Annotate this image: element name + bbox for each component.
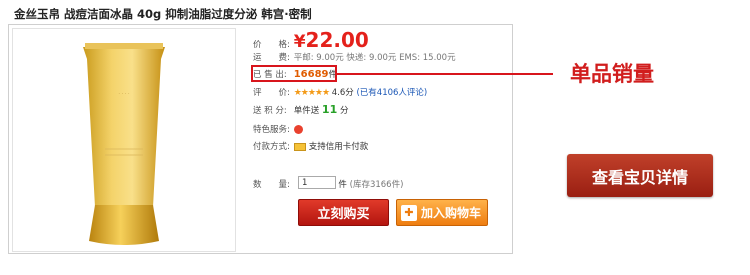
product-tube-image: · · · · xyxy=(83,43,165,245)
sold-highlight-box xyxy=(251,65,337,82)
payment-row: 付款方式: 支持信用卡付款 xyxy=(253,140,368,152)
shipping-text: 平邮: 9.00元 快递: 9.00元 EMS: 15.00元 xyxy=(293,53,456,63)
rating-label: 评 价: xyxy=(253,88,290,98)
product-image[interactable]: · · · · xyxy=(12,28,236,252)
price-label: 价 格: xyxy=(253,40,290,50)
sales-volume-callout: 单品销量 xyxy=(570,62,654,86)
add-to-cart-label: 加入购物车 xyxy=(421,206,482,220)
points-label: 送 积 分: xyxy=(253,106,287,116)
rating-row: 评 价: ★★★★★ 4.6分 (已有4106人评论) xyxy=(253,86,427,98)
points-prefix: 单件送 xyxy=(293,106,320,116)
points-unit: 分 xyxy=(339,106,349,116)
cart-icon: ✚ xyxy=(401,204,417,221)
tube-brand-text: · · · · xyxy=(118,91,130,97)
credit-card-icon xyxy=(293,142,306,151)
shipping-row: 运 费: 平邮: 9.00元 快递: 9.00元 EMS: 15.00元 xyxy=(253,51,456,63)
service-row: 特色服务: xyxy=(253,123,303,135)
add-to-cart-button[interactable]: ✚ 加入购物车 xyxy=(396,199,488,226)
rating-score: 4.6分 xyxy=(331,88,354,98)
shipping-label: 运 费: xyxy=(253,53,290,63)
rating-link[interactable]: (已有4106人评论) xyxy=(356,88,427,98)
service-label: 特色服务: xyxy=(253,125,290,135)
callout-pointer-line xyxy=(337,73,553,75)
qty-unit: 件 xyxy=(338,180,347,190)
view-detail-button[interactable]: 查看宝贝详情 xyxy=(567,154,713,197)
points-value: 11 xyxy=(321,103,338,116)
buy-now-button[interactable]: 立刻购买 xyxy=(298,199,389,226)
service-badge-icon[interactable] xyxy=(293,125,303,134)
payment-text: 支持信用卡付款 xyxy=(308,142,369,152)
stock-text: (库存3166件) xyxy=(349,180,404,190)
qty-label: 数 量: xyxy=(253,180,290,190)
price-row: 价 格: ¥22.00 xyxy=(253,28,369,52)
rating-stars: ★★★★★ xyxy=(293,88,330,98)
currency-symbol: ¥ xyxy=(293,32,306,52)
points-row: 送 积 分: 单件送 11 分 xyxy=(253,103,348,116)
product-title: 金丝玉帛 战痘洁面冰晶 40g 抑制油脂过度分泌 韩宫·密制 xyxy=(14,7,312,21)
payment-label: 付款方式: xyxy=(253,142,290,152)
quantity-input[interactable]: 1 xyxy=(298,176,336,189)
price-value: 22.00 xyxy=(305,28,369,52)
